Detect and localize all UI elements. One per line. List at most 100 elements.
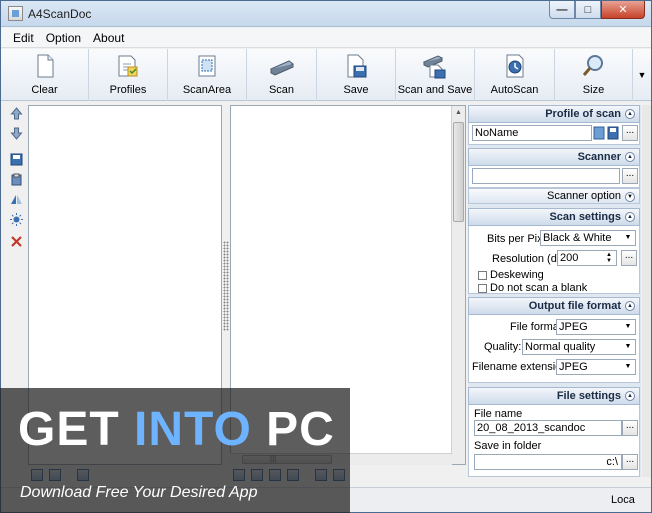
collapse-icon[interactable]: ▲	[625, 109, 635, 119]
quality-select[interactable]: Normal quality ▼	[522, 339, 636, 355]
collapse-icon[interactable]: ▲	[625, 301, 635, 311]
preview-vertical-scrollbar[interactable]: ▲	[451, 106, 465, 464]
save-folder-label: Save in folder	[474, 440, 542, 452]
chevron-down-icon: ▼	[637, 69, 647, 80]
file-format-value: JPEG	[559, 321, 588, 333]
scroll-thumb[interactable]	[453, 122, 464, 222]
watermark-title-part-1: GET	[18, 403, 135, 456]
file-name-value: 20_08_2013_scandoc	[477, 422, 586, 434]
scanner-section-header[interactable]: Scanner ▲	[468, 148, 640, 166]
save-folder-value: c:\	[606, 456, 618, 468]
scan-and-save-button[interactable]: Scan and Save	[396, 49, 475, 101]
profiles-button[interactable]: Profiles	[89, 49, 168, 101]
autoscan-icon	[502, 53, 528, 79]
scan-area-button[interactable]: ScanArea	[168, 49, 247, 101]
scanner-section-title: Scanner	[577, 151, 621, 163]
menu-about[interactable]: About	[87, 31, 130, 45]
profile-section-header[interactable]: Profile of scan ▲	[468, 105, 640, 123]
toolbar-overflow-button[interactable]: ▼	[633, 49, 651, 100]
output-format-header[interactable]: Output file format ▲	[468, 297, 640, 315]
scanner-field[interactable]	[472, 168, 620, 184]
file-settings-header[interactable]: File settings ▲	[468, 387, 640, 405]
resolution-more-button[interactable]: ...	[621, 250, 637, 266]
scanner-section-body: ...	[468, 166, 640, 188]
bits-per-pixel-value: Black & White	[543, 232, 612, 244]
chevron-down-icon: ▼	[624, 234, 632, 241]
brightness-icon[interactable]	[10, 213, 23, 226]
settings-panel-scrollbar[interactable]	[642, 105, 651, 477]
status-text: Loca	[611, 494, 635, 506]
profile-more-button[interactable]: ...	[622, 125, 638, 141]
book-icon[interactable]	[593, 126, 605, 140]
clear-label: Clear	[31, 84, 58, 96]
watermark-title-part-3: PC	[251, 403, 335, 456]
collapse-icon[interactable]: ▲	[625, 152, 635, 162]
skip-blank-checkbox[interactable]	[478, 284, 487, 293]
file-format-select[interactable]: JPEG ▼	[556, 319, 636, 335]
collapse-icon[interactable]: ▲	[625, 391, 635, 401]
watermark-title-accent: INTO	[134, 403, 252, 456]
scan-area-icon	[194, 53, 220, 79]
expand-icon[interactable]: ▼	[625, 192, 635, 202]
scan-settings-title: Scan settings	[549, 211, 621, 223]
profile-section-body: NoName ...	[468, 123, 640, 145]
profiles-label: Profiles	[109, 84, 147, 96]
chevron-down-icon: ▼	[624, 363, 632, 370]
floppy-icon[interactable]	[607, 126, 619, 140]
scan-area-label: ScanArea	[182, 84, 232, 96]
scanner-option-header[interactable]: Scanner option ▼	[468, 188, 640, 204]
arrow-up-icon[interactable]	[10, 107, 23, 120]
size-button[interactable]: Size	[555, 49, 633, 101]
scanner-icon	[269, 53, 295, 79]
deskewing-checkbox[interactable]	[478, 271, 487, 280]
skip-blank-label: Do not scan a blank	[490, 282, 588, 294]
scanner-more-button[interactable]: ...	[622, 168, 638, 184]
file-name-field[interactable]: 20_08_2013_scandoc	[474, 420, 622, 436]
scan-and-save-icon	[422, 53, 448, 79]
minimize-button[interactable]: —	[549, 1, 575, 19]
resolution-spinner[interactable]: 200 ▲ ▼	[557, 250, 617, 266]
profile-name-field[interactable]: NoName	[472, 125, 592, 141]
menu-edit[interactable]: Edit	[7, 31, 40, 45]
floppy-icon[interactable]	[10, 153, 23, 166]
scan-label: Scan	[268, 84, 295, 96]
maximize-button[interactable]: □	[575, 1, 601, 19]
clear-button[interactable]: Clear	[1, 49, 89, 101]
autoscan-button[interactable]: AutoScan	[475, 49, 555, 101]
document-icon	[32, 53, 58, 79]
output-format-title: Output file format	[528, 300, 621, 312]
profiles-icon	[115, 53, 141, 79]
delete-icon[interactable]	[10, 235, 23, 248]
file-settings-body: File name 20_08_2013_scandoc ... Save in…	[468, 405, 640, 477]
save-label: Save	[343, 84, 369, 96]
autoscan-label: AutoScan	[490, 84, 539, 96]
settings-panel: Profile of scan ▲ NoName ... Scanner ▲ .…	[468, 105, 641, 477]
scan-settings-header[interactable]: Scan settings ▲	[468, 208, 640, 226]
spinner-arrows-icon[interactable]: ▲ ▼	[604, 252, 614, 264]
chevron-down-icon: ▼	[624, 323, 632, 330]
bits-per-pixel-select[interactable]: Black & White ▼	[540, 230, 636, 246]
save-button[interactable]: Save	[317, 49, 396, 101]
close-button[interactable]: ✕	[601, 1, 645, 19]
filename-extension-select[interactable]: JPEG ▼	[556, 359, 636, 375]
watermark-title: GET INTO PC	[18, 402, 335, 457]
file-name-label: File name	[474, 408, 523, 420]
save-folder-field[interactable]: c:\	[474, 454, 622, 470]
scroll-up-icon[interactable]: ▲	[452, 106, 465, 120]
scan-button[interactable]: Scan	[247, 49, 317, 101]
quality-value: Normal quality	[525, 341, 596, 353]
panel-splitter[interactable]	[223, 241, 229, 331]
clipboard-icon[interactable]	[10, 173, 23, 186]
menu-option[interactable]: Option	[40, 31, 87, 45]
scan-settings-body: Bits per Pixel Black & White ▼ Resolutio…	[468, 226, 640, 294]
arrow-down-icon[interactable]	[10, 127, 23, 140]
file-name-more-button[interactable]: ...	[622, 420, 638, 436]
collapse-icon[interactable]: ▲	[625, 212, 635, 222]
profile-section-title: Profile of scan	[545, 108, 621, 120]
save-folder-more-button[interactable]: ...	[622, 454, 638, 470]
title-bar: A4ScanDoc — □ ✕	[1, 1, 651, 27]
profile-name-value: NoName	[475, 127, 519, 139]
window-title: A4ScanDoc	[28, 7, 92, 21]
size-label: Size	[582, 84, 605, 96]
mirror-icon[interactable]	[10, 193, 23, 206]
